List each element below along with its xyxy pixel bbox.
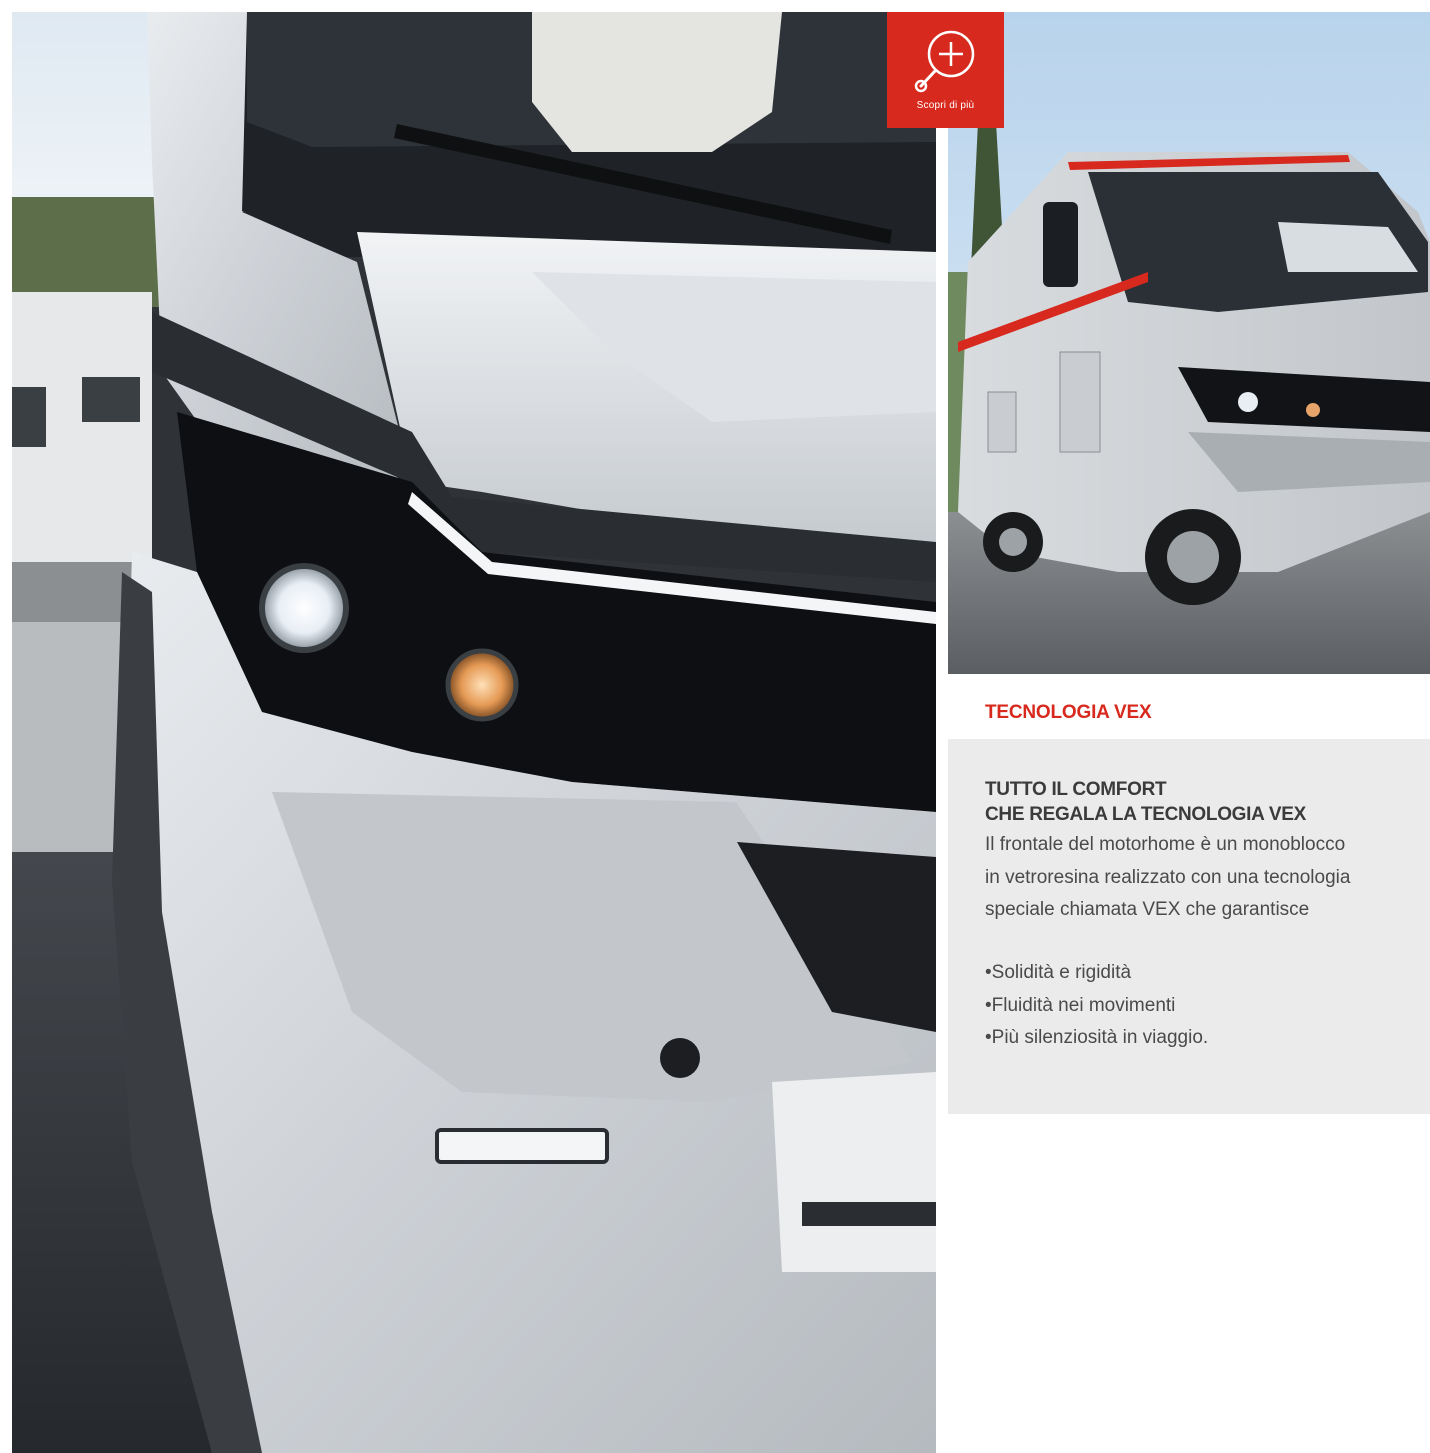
zoom-plus-icon — [914, 30, 975, 93]
vex-tab: TECNOLOGIA VEX — [948, 674, 1210, 739]
body-line-3: speciale chiamata VEX che garantisce — [985, 899, 1310, 920]
panel-heading: TUTTO IL COMFORT CHE REGALA LA TECNOLOGI… — [985, 777, 1306, 827]
main-photo — [12, 12, 936, 1453]
panel-body: Il frontale del motorhome è un monoblocc… — [985, 829, 1430, 927]
heading-line-2: CHE REGALA LA TECNOLOGIA VEX — [985, 804, 1306, 825]
body-line-2: in vetroresina realizzato con una tecnol… — [985, 866, 1351, 888]
brochure-page: Scopri di più TECNOLOGIA VEX TUTTO IL CO… — [0, 0, 1430, 1453]
feature-item: Solidità e rigidità — [985, 957, 1208, 990]
side-photo — [948, 12, 1430, 674]
body-line-1: Il frontale del motorhome è un monoblocc… — [985, 834, 1346, 855]
heading-line-1: TUTTO IL COMFORT — [985, 779, 1167, 800]
feature-list: Solidità e rigidità Fluidità nei movimen… — [985, 957, 1209, 1055]
feature-item: Più silenziosità in viaggio. — [985, 1022, 1209, 1055]
discover-more-label: Scopri di più — [916, 100, 975, 111]
tab-title: TECNOLOGIA VEX — [985, 702, 1152, 723]
discover-more-button[interactable]: Scopri di più — [887, 12, 1004, 128]
feature-item: Fluidità nei movimenti — [985, 990, 1208, 1023]
